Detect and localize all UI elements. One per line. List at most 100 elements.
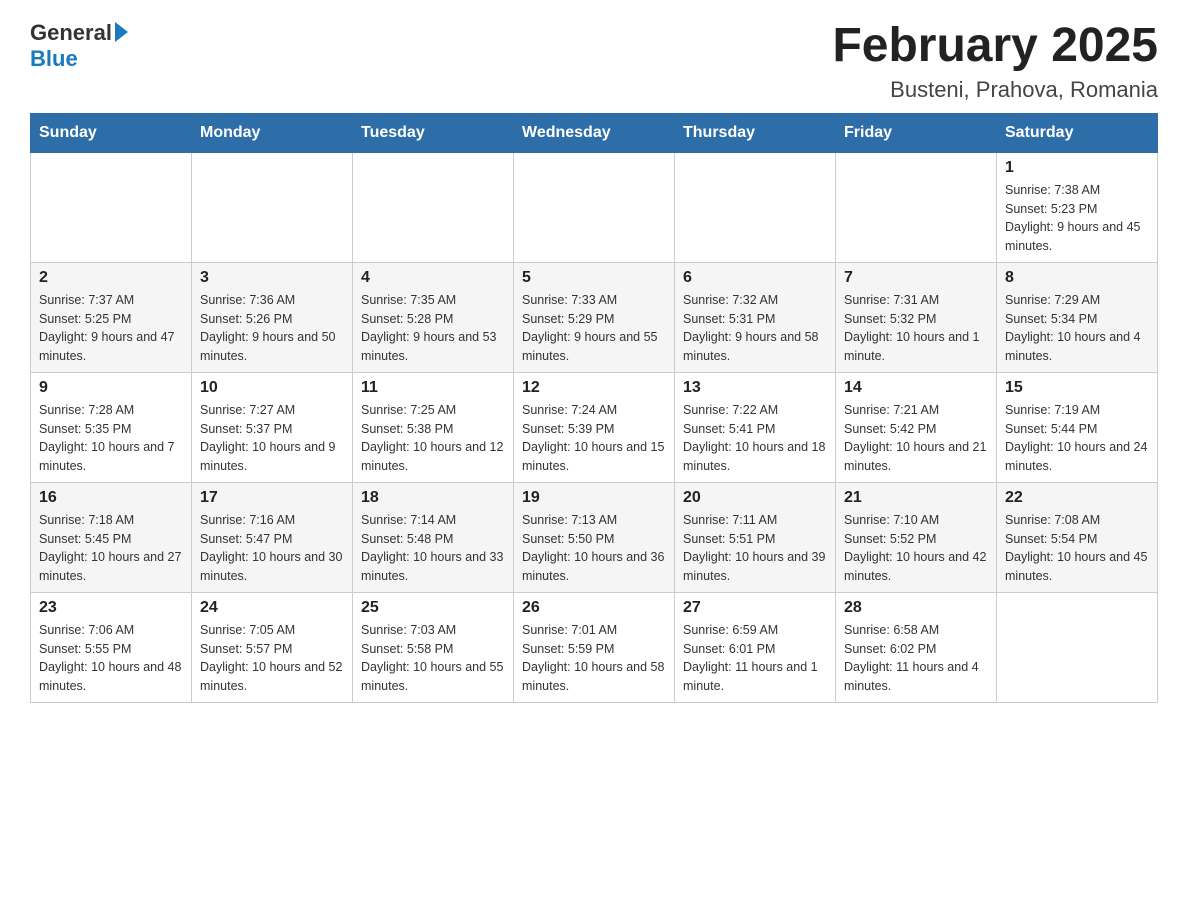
- day-number: 28: [844, 599, 988, 617]
- day-number: 6: [683, 269, 827, 287]
- day-number: 26: [522, 599, 666, 617]
- day-number: 1: [1005, 159, 1149, 177]
- day-number: 16: [39, 489, 183, 507]
- logo-blue-text: Blue: [30, 46, 78, 72]
- page-header: General Blue February 2025 Busteni, Prah…: [30, 20, 1158, 103]
- title-block: February 2025 Busteni, Prahova, Romania: [832, 20, 1158, 103]
- day-number: 10: [200, 379, 344, 397]
- col-friday: Friday: [836, 113, 997, 152]
- day-info: Sunrise: 7:01 AMSunset: 5:59 PMDaylight:…: [522, 621, 666, 696]
- day-number: 3: [200, 269, 344, 287]
- table-row: 11 Sunrise: 7:25 AMSunset: 5:38 PMDayligh…: [353, 372, 514, 482]
- calendar-table: Sunday Monday Tuesday Wednesday Thursday…: [30, 113, 1158, 703]
- day-info: Sunrise: 7:11 AMSunset: 5:51 PMDaylight:…: [683, 511, 827, 586]
- table-row: 20 Sunrise: 7:11 AMSunset: 5:51 PMDayligh…: [675, 482, 836, 592]
- day-info: Sunrise: 7:21 AMSunset: 5:42 PMDaylight:…: [844, 401, 988, 476]
- table-row: 14 Sunrise: 7:21 AMSunset: 5:42 PMDayligh…: [836, 372, 997, 482]
- table-row: 5Sunrise: 7:33 AMSunset: 5:29 PMDaylight…: [514, 262, 675, 372]
- day-info: Sunrise: 7:06 AMSunset: 5:55 PMDaylight:…: [39, 621, 183, 696]
- day-number: 11: [361, 379, 505, 397]
- day-number: 8: [1005, 269, 1149, 287]
- day-number: 21: [844, 489, 988, 507]
- day-number: 27: [683, 599, 827, 617]
- day-info: Sunrise: 7:31 AMSunset: 5:32 PMDaylight:…: [844, 291, 988, 366]
- table-row: 17 Sunrise: 7:16 AMSunset: 5:47 PMDayligh…: [192, 482, 353, 592]
- day-number: 18: [361, 489, 505, 507]
- table-row: [31, 152, 192, 262]
- day-info: Sunrise: 6:59 AMSunset: 6:01 PMDaylight:…: [683, 621, 827, 696]
- day-number: 17: [200, 489, 344, 507]
- day-info: Sunrise: 7:37 AMSunset: 5:25 PMDaylight:…: [39, 291, 183, 366]
- col-thursday: Thursday: [675, 113, 836, 152]
- day-info: Sunrise: 7:29 AMSunset: 5:34 PMDaylight:…: [1005, 291, 1149, 366]
- day-info: Sunrise: 7:25 AMSunset: 5:38 PMDaylight:…: [361, 401, 505, 476]
- table-row: 1Sunrise: 7:38 AMSunset: 5:23 PMDaylight…: [997, 152, 1158, 262]
- day-info: Sunrise: 7:08 AMSunset: 5:54 PMDaylight:…: [1005, 511, 1149, 586]
- day-info: Sunrise: 7:18 AMSunset: 5:45 PMDaylight:…: [39, 511, 183, 586]
- table-row: 13 Sunrise: 7:22 AMSunset: 5:41 PMDayligh…: [675, 372, 836, 482]
- day-number: 2: [39, 269, 183, 287]
- day-info: Sunrise: 7:24 AMSunset: 5:39 PMDaylight:…: [522, 401, 666, 476]
- day-number: 24: [200, 599, 344, 617]
- location-subtitle: Busteni, Prahova, Romania: [832, 77, 1158, 103]
- day-info: Sunrise: 7:13 AMSunset: 5:50 PMDaylight:…: [522, 511, 666, 586]
- calendar-week-row: 23 Sunrise: 7:06 AMSunset: 5:55 PMDayligh…: [31, 592, 1158, 702]
- day-number: 15: [1005, 379, 1149, 397]
- day-info: Sunrise: 7:22 AMSunset: 5:41 PMDaylight:…: [683, 401, 827, 476]
- table-row: [192, 152, 353, 262]
- table-row: 7Sunrise: 7:31 AMSunset: 5:32 PMDaylight…: [836, 262, 997, 372]
- table-row: 26 Sunrise: 7:01 AMSunset: 5:59 PMDayligh…: [514, 592, 675, 702]
- day-number: 19: [522, 489, 666, 507]
- table-row: [514, 152, 675, 262]
- table-row: 12 Sunrise: 7:24 AMSunset: 5:39 PMDayligh…: [514, 372, 675, 482]
- day-info: Sunrise: 7:16 AMSunset: 5:47 PMDaylight:…: [200, 511, 344, 586]
- table-row: [997, 592, 1158, 702]
- day-info: Sunrise: 7:28 AMSunset: 5:35 PMDaylight:…: [39, 401, 183, 476]
- month-year-title: February 2025: [832, 20, 1158, 73]
- col-saturday: Saturday: [997, 113, 1158, 152]
- day-info: Sunrise: 6:58 AMSunset: 6:02 PMDaylight:…: [844, 621, 988, 696]
- day-info: Sunrise: 7:32 AMSunset: 5:31 PMDaylight:…: [683, 291, 827, 366]
- table-row: 23 Sunrise: 7:06 AMSunset: 5:55 PMDayligh…: [31, 592, 192, 702]
- table-row: 10 Sunrise: 7:27 AMSunset: 5:37 PMDayligh…: [192, 372, 353, 482]
- day-info: Sunrise: 7:19 AMSunset: 5:44 PMDaylight:…: [1005, 401, 1149, 476]
- day-info: Sunrise: 7:27 AMSunset: 5:37 PMDaylight:…: [200, 401, 344, 476]
- table-row: [675, 152, 836, 262]
- day-number: 4: [361, 269, 505, 287]
- calendar-week-row: 9 Sunrise: 7:28 AMSunset: 5:35 PMDaylight…: [31, 372, 1158, 482]
- day-number: 5: [522, 269, 666, 287]
- table-row: 25 Sunrise: 7:03 AMSunset: 5:58 PMDayligh…: [353, 592, 514, 702]
- col-wednesday: Wednesday: [514, 113, 675, 152]
- table-row: 18 Sunrise: 7:14 AMSunset: 5:48 PMDayligh…: [353, 482, 514, 592]
- table-row: [353, 152, 514, 262]
- day-number: 23: [39, 599, 183, 617]
- table-row: 3 Sunrise: 7:36 AMSunset: 5:26 PMDaylight…: [192, 262, 353, 372]
- col-sunday: Sunday: [31, 113, 192, 152]
- calendar-header-row: Sunday Monday Tuesday Wednesday Thursday…: [31, 113, 1158, 152]
- logo: General Blue: [30, 20, 128, 72]
- calendar-week-row: 2 Sunrise: 7:37 AMSunset: 5:25 PMDaylight…: [31, 262, 1158, 372]
- table-row: 15 Sunrise: 7:19 AMSunset: 5:44 PMDayligh…: [997, 372, 1158, 482]
- table-row: 22Sunrise: 7:08 AMSunset: 5:54 PMDayligh…: [997, 482, 1158, 592]
- day-info: Sunrise: 7:03 AMSunset: 5:58 PMDaylight:…: [361, 621, 505, 696]
- day-number: 9: [39, 379, 183, 397]
- col-monday: Monday: [192, 113, 353, 152]
- day-number: 13: [683, 379, 827, 397]
- table-row: 16 Sunrise: 7:18 AMSunset: 5:45 PMDayligh…: [31, 482, 192, 592]
- day-info: Sunrise: 7:14 AMSunset: 5:48 PMDaylight:…: [361, 511, 505, 586]
- day-info: Sunrise: 7:05 AMSunset: 5:57 PMDaylight:…: [200, 621, 344, 696]
- day-number: 25: [361, 599, 505, 617]
- calendar-week-row: 16 Sunrise: 7:18 AMSunset: 5:45 PMDayligh…: [31, 482, 1158, 592]
- table-row: 27 Sunrise: 6:59 AMSunset: 6:01 PMDayligh…: [675, 592, 836, 702]
- calendar-week-row: 1Sunrise: 7:38 AMSunset: 5:23 PMDaylight…: [31, 152, 1158, 262]
- day-number: 20: [683, 489, 827, 507]
- day-number: 12: [522, 379, 666, 397]
- table-row: 4Sunrise: 7:35 AMSunset: 5:28 PMDaylight…: [353, 262, 514, 372]
- table-row: 21 Sunrise: 7:10 AMSunset: 5:52 PMDayligh…: [836, 482, 997, 592]
- table-row: 8 Sunrise: 7:29 AMSunset: 5:34 PMDaylight…: [997, 262, 1158, 372]
- day-info: Sunrise: 7:10 AMSunset: 5:52 PMDaylight:…: [844, 511, 988, 586]
- table-row: 6 Sunrise: 7:32 AMSunset: 5:31 PMDaylight…: [675, 262, 836, 372]
- day-info: Sunrise: 7:36 AMSunset: 5:26 PMDaylight:…: [200, 291, 344, 366]
- day-number: 14: [844, 379, 988, 397]
- table-row: 19 Sunrise: 7:13 AMSunset: 5:50 PMDayligh…: [514, 482, 675, 592]
